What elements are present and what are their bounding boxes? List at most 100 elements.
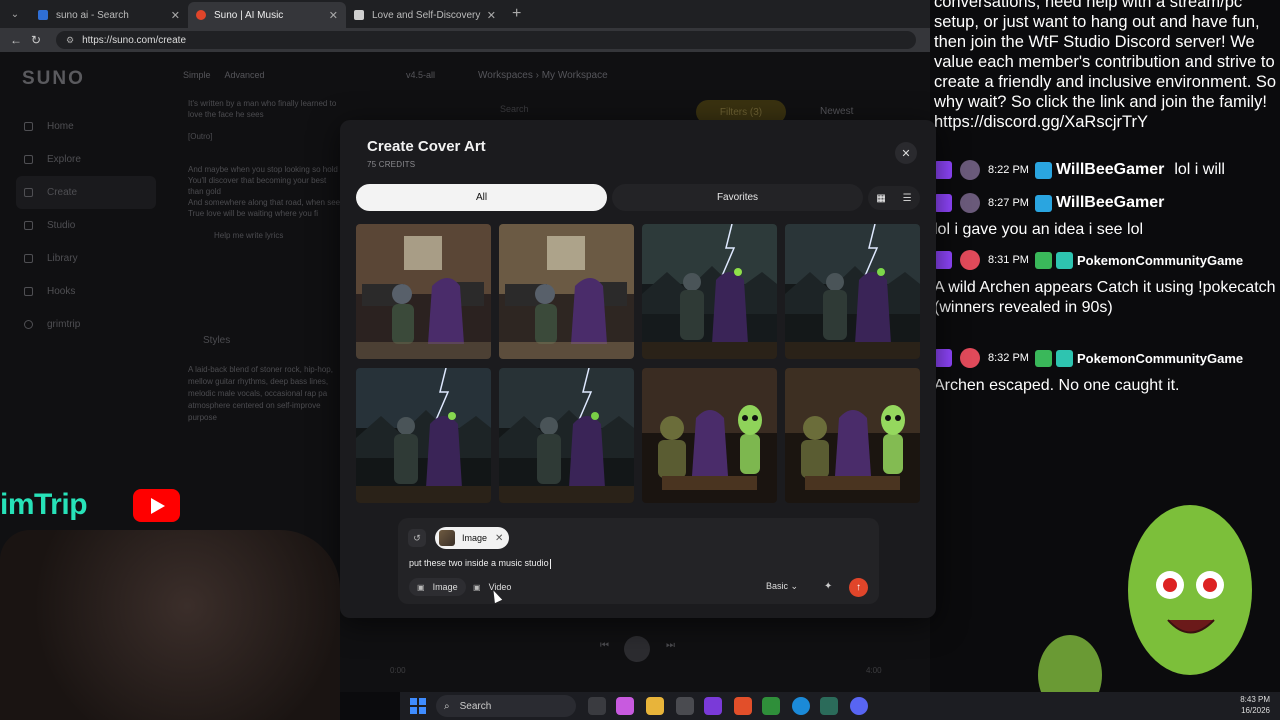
studio-icon bbox=[24, 221, 33, 230]
model-version[interactable]: v4.5-all bbox=[406, 70, 435, 80]
mascot-icon bbox=[1038, 505, 1252, 715]
reference-thumbnail bbox=[439, 530, 455, 546]
cover-art-thumbnail[interactable] bbox=[642, 368, 777, 503]
generate-button[interactable]: ↑ bbox=[849, 578, 868, 597]
task-view-icon[interactable] bbox=[588, 697, 606, 715]
lyrics-line: True love will be waiting where you fi bbox=[188, 209, 318, 218]
workspace-breadcrumb[interactable]: Workspaces › My Workspace bbox=[478, 70, 608, 81]
arrow-up-icon: ↑ bbox=[856, 582, 861, 593]
video-icon: ▣ bbox=[473, 582, 481, 592]
sidebar-item-explore[interactable]: Explore bbox=[16, 143, 156, 176]
twitch-icon bbox=[934, 349, 952, 367]
chat-time: 8:31 PM bbox=[988, 254, 1029, 266]
sidebar-item-studio[interactable]: Studio bbox=[16, 209, 156, 242]
cover-art-thumbnail[interactable] bbox=[785, 368, 920, 503]
tab-simple[interactable]: Simple bbox=[183, 70, 211, 80]
sort-newest[interactable]: Newest bbox=[820, 106, 853, 117]
url-field[interactable]: ⚙ https://suno.com/create bbox=[56, 31, 916, 49]
lyrics-line: [Outro] bbox=[188, 132, 213, 141]
cover-art-thumbnail[interactable] bbox=[356, 368, 491, 503]
twitch-icon bbox=[934, 194, 952, 212]
play-button[interactable] bbox=[624, 636, 650, 662]
bot-badge-icon bbox=[1034, 251, 1052, 269]
lyrics-line: You'll discover that becoming your best … bbox=[188, 176, 327, 196]
styles-header[interactable]: Styles bbox=[203, 335, 230, 346]
text-caret bbox=[549, 558, 551, 569]
sidebar-item-home[interactable]: Home bbox=[16, 110, 156, 143]
site-info-icon[interactable]: ⚙ bbox=[66, 35, 74, 46]
verified-badge-icon bbox=[1055, 349, 1073, 367]
remove-chip-icon[interactable]: ✕ bbox=[495, 533, 503, 544]
obs-icon[interactable] bbox=[704, 697, 722, 715]
upload-icon[interactable]: ↺ bbox=[408, 529, 426, 547]
chat-time: 8:32 PM bbox=[988, 352, 1029, 364]
copilot-icon[interactable] bbox=[616, 697, 634, 715]
back-icon[interactable]: ← bbox=[6, 33, 26, 47]
tab-suno-search[interactable]: suno ai - Search ✕ bbox=[30, 2, 188, 28]
verified-badge-icon bbox=[1055, 251, 1073, 269]
taskbar-clock[interactable]: 8:43 PM 16/2026 bbox=[1200, 694, 1270, 716]
grid-view-icon[interactable]: ▦ bbox=[876, 193, 885, 204]
chat-message-header: 8:31 PM PokemonCommunityGame bbox=[934, 249, 1243, 271]
styles-text[interactable]: A laid-back blend of stoner rock, hip-ho… bbox=[188, 364, 340, 424]
previous-icon[interactable]: ⏮ bbox=[600, 640, 609, 651]
hooks-icon bbox=[24, 287, 33, 296]
sidebar-item-create[interactable]: Create bbox=[16, 176, 156, 209]
workspace-search[interactable]: Search bbox=[500, 104, 529, 114]
taskbar-search-label: Search bbox=[459, 700, 492, 712]
cover-art-thumbnail[interactable] bbox=[499, 368, 634, 503]
prompt-text: put these two inside a music studio bbox=[409, 558, 549, 568]
chat-message-header: 8:32 PM PokemonCommunityGame bbox=[934, 347, 1243, 369]
youtube-icon bbox=[133, 489, 180, 522]
taskbar-search[interactable]: ⌕ Search bbox=[436, 695, 576, 717]
cover-art-thumbnail[interactable] bbox=[499, 224, 634, 359]
tab-search-icon[interactable]: ⌄ bbox=[4, 4, 26, 24]
sidebar-item-library[interactable]: Library bbox=[16, 242, 156, 275]
tab-love-self-discovery[interactable]: Love and Self-Discovery ✕ bbox=[346, 2, 504, 28]
sidebar-item-label: Hooks bbox=[47, 286, 76, 297]
credits-label: 75 CREDITS bbox=[367, 160, 416, 169]
reload-icon[interactable]: ↻ bbox=[26, 33, 46, 47]
tab-all[interactable]: All bbox=[356, 184, 607, 211]
cover-filter-tabs: All Favorites bbox=[356, 184, 864, 212]
file-explorer-icon[interactable] bbox=[646, 697, 664, 715]
lyrics-help-button[interactable]: Help me write lyrics bbox=[214, 230, 343, 241]
store-icon[interactable] bbox=[676, 697, 694, 715]
sidebar-item-profile[interactable]: grimtrip bbox=[16, 308, 156, 341]
tab-advanced[interactable]: Advanced bbox=[225, 70, 265, 80]
cover-art-thumbnail[interactable] bbox=[356, 224, 491, 359]
search-favicon-icon bbox=[38, 10, 48, 20]
lyrics-line: And somewhere along that road, when see bbox=[188, 198, 341, 207]
app-icon[interactable] bbox=[734, 697, 752, 715]
cover-art-thumbnail[interactable] bbox=[642, 224, 777, 359]
chat-text: A wild Archen appears Catch it using !po… bbox=[934, 279, 1276, 316]
button-label: Image bbox=[432, 582, 458, 592]
close-tab-icon[interactable]: ✕ bbox=[329, 9, 338, 22]
suno-logo[interactable]: SUNO bbox=[22, 68, 85, 90]
cover-art-thumbnail[interactable] bbox=[785, 224, 920, 359]
xbox-icon[interactable] bbox=[762, 697, 780, 715]
magic-wand-icon[interactable]: ✦ bbox=[824, 581, 832, 592]
prompt-input[interactable]: put these two inside a music studio bbox=[409, 558, 551, 569]
close-tab-icon[interactable]: ✕ bbox=[171, 9, 180, 22]
new-tab-icon[interactable]: + bbox=[512, 5, 521, 23]
close-icon[interactable]: ✕ bbox=[895, 142, 917, 164]
sidebar-item-hooks[interactable]: Hooks bbox=[16, 275, 156, 308]
model-select[interactable]: Basic ⌄ bbox=[766, 581, 798, 592]
tab-favorites[interactable]: Favorites bbox=[612, 184, 863, 211]
close-tab-icon[interactable]: ✕ bbox=[487, 9, 496, 22]
list-view-icon[interactable]: ☰ bbox=[903, 193, 912, 204]
tab-suno-music[interactable]: Suno | AI Music ✕ bbox=[188, 2, 346, 28]
discord-icon[interactable] bbox=[850, 697, 868, 715]
windows-start-icon[interactable] bbox=[410, 698, 426, 714]
image-reference-chip[interactable]: Image ✕ bbox=[435, 527, 509, 549]
home-icon bbox=[24, 122, 33, 131]
player-time-current: 0:00 bbox=[390, 666, 406, 675]
next-icon[interactable]: ⏭ bbox=[666, 640, 675, 651]
lyrics-editor[interactable]: It's written by a man who finally learne… bbox=[188, 98, 343, 241]
terminal-icon[interactable] bbox=[820, 697, 838, 715]
lyrics-line: It's written by a man who finally learne… bbox=[188, 99, 337, 119]
edge-icon[interactable] bbox=[792, 697, 810, 715]
storm-scene-image bbox=[785, 224, 920, 359]
image-mode-button[interactable]: ▣ Image bbox=[409, 578, 466, 596]
